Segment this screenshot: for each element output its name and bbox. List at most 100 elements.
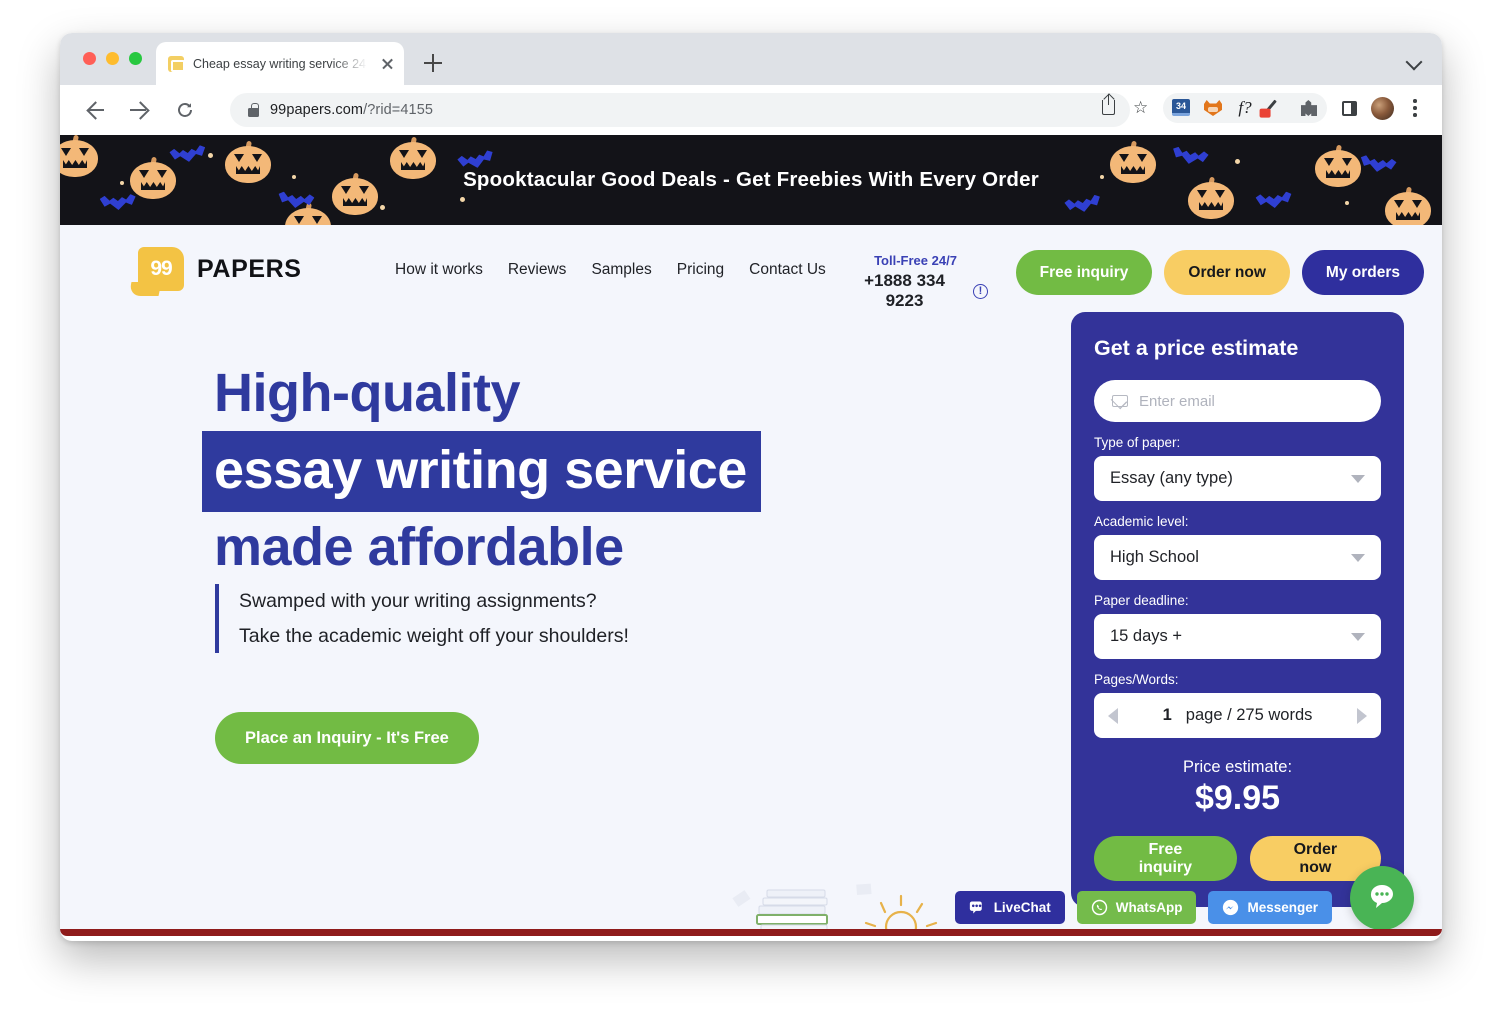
nav-item-contact-us[interactable]: Contact Us (749, 261, 826, 279)
type-of-paper-value: Essay (any type) (1110, 469, 1233, 487)
logo-wordmark: PAPERS (197, 254, 302, 283)
place-inquiry-button[interactable]: Place an Inquiry - It's Free (215, 712, 479, 764)
price-estimate-value: $9.95 (1194, 779, 1281, 817)
logo-99-text: 99 (150, 257, 172, 280)
plus-icon[interactable] (420, 50, 446, 76)
headline-line-3: made affordable (214, 517, 624, 578)
promo-banner-text: Spooktacular Good Deals - Get Freebies W… (463, 168, 1039, 191)
nav-item-how-it-works[interactable]: How it works (395, 261, 483, 279)
info-icon[interactable]: ! (973, 283, 988, 299)
pages-words-label: Pages/Words: (1094, 672, 1179, 687)
phone-number[interactable]: +1888 334 9223 ! (843, 271, 988, 311)
headline-line-1: High-quality (214, 363, 520, 423)
envelope-icon (1112, 395, 1128, 407)
hero-subtext: Swamped with your writing assignments? T… (215, 584, 629, 654)
browser-toolbar: 99papers.com/?rid=4155 ☆ 34 f? (60, 85, 1442, 135)
type-of-paper-select[interactable]: Essay (any type) (1094, 456, 1381, 501)
url-path: /?rid=4155 (363, 102, 434, 118)
minimize-window-button[interactable] (106, 52, 119, 65)
page-viewport: Spooktacular Good Deals - Get Freebies W… (60, 135, 1442, 936)
email-field[interactable]: Enter email (1094, 380, 1381, 422)
hero-subtext-line-1: Swamped with your writing assignments? (239, 590, 597, 612)
chat-bubble-glyph (1370, 885, 1393, 908)
side-panel-icon[interactable] (1334, 93, 1364, 123)
forward-arrow-icon[interactable] (124, 95, 154, 125)
window-traffic-lights (83, 52, 142, 65)
chrome-menu-icon[interactable] (1400, 93, 1430, 123)
header-my-orders-button[interactable]: My orders (1301, 250, 1424, 295)
share-icon[interactable] (1093, 93, 1123, 123)
decrement-pages-icon[interactable] (1108, 707, 1118, 724)
header-order-now-button[interactable]: Order now (1164, 250, 1290, 295)
logo-mark-icon: 99 (138, 247, 184, 291)
pages-count: 1 (1162, 706, 1172, 724)
increment-pages-icon[interactable] (1357, 707, 1367, 724)
metamask-fox-icon[interactable] (1198, 93, 1228, 123)
paper-deadline-label: Paper deadline: (1094, 593, 1189, 608)
extensions-group: 34 f? (1163, 93, 1327, 123)
paper-deadline-value: 15 days + (1110, 627, 1183, 645)
close-icon[interactable] (379, 55, 396, 72)
academic-level-select[interactable]: High School (1094, 535, 1381, 580)
type-of-paper-label: Type of paper: (1094, 435, 1181, 450)
headline-line-2: essay writing service (202, 430, 761, 513)
pages-value-group: 1 page / 275 words (1163, 706, 1313, 725)
price-card-button-group: Free inquiry Order now (1094, 836, 1381, 881)
hero-subtext-line-2: Take the academic weight off your should… (239, 624, 629, 647)
chevron-down-icon (1351, 632, 1365, 641)
maximize-window-button[interactable] (129, 52, 142, 65)
window-bottom-strip (60, 929, 1442, 936)
f-question-extension-icon[interactable]: f? (1230, 93, 1260, 123)
chat-widget-bar: LiveChat WhatsApp Messenger (954, 891, 1332, 924)
chevron-down-icon[interactable] (1400, 48, 1428, 74)
nav-item-samples[interactable]: Samples (591, 261, 651, 279)
tab-title: Cheap essay writing service 24 (193, 56, 366, 71)
messenger-button[interactable]: Messenger (1208, 891, 1332, 924)
eyedropper-pen-icon[interactable] (1262, 93, 1292, 123)
bookmark-star-icon[interactable]: ☆ (1126, 93, 1156, 123)
nav-item-reviews[interactable]: Reviews (508, 261, 567, 279)
browser-window: Cheap essay writing service 24 99papers.… (60, 33, 1442, 941)
site-header: 99 PAPERS How it works Reviews Samples P… (60, 225, 1442, 312)
hero-section: High-quality essay writing service made … (60, 312, 1442, 936)
header-free-inquiry-button[interactable]: Free inquiry (1015, 250, 1153, 295)
card-free-inquiry-button[interactable]: Free inquiry (1094, 836, 1237, 881)
extension-badge-count: 34 (1172, 99, 1190, 116)
browser-tab[interactable]: Cheap essay writing service 24 (156, 42, 404, 85)
halloween-promo-banner[interactable]: Spooktacular Good Deals - Get Freebies W… (60, 135, 1442, 225)
livechat-label: LiveChat (993, 900, 1051, 915)
address-bar[interactable]: 99papers.com/?rid=4155 (230, 93, 1130, 127)
messenger-icon (1223, 899, 1239, 916)
pages-stepper: 1 page / 275 words (1094, 693, 1381, 738)
chat-bubble-icon[interactable] (1350, 866, 1414, 930)
messenger-label: Messenger (1247, 900, 1318, 915)
main-navigation: How it works Reviews Samples Pricing Con… (395, 261, 826, 279)
lock-icon (248, 103, 259, 117)
back-arrow-icon[interactable] (80, 95, 110, 125)
profile-avatar-icon[interactable] (1367, 93, 1397, 123)
whatsapp-icon (1091, 899, 1107, 916)
price-estimate-label: Price estimate: (1182, 758, 1293, 776)
phone-block: Toll-Free 24/7 +1888 334 9223 ! (843, 253, 988, 311)
site-logo[interactable]: 99 PAPERS (138, 247, 302, 291)
f-question-glyph: f? (1238, 98, 1252, 117)
academic-level-value: High School (1110, 548, 1199, 566)
livechat-icon (969, 901, 982, 914)
browser-tab-strip: Cheap essay writing service 24 (60, 33, 1442, 85)
whatsapp-button[interactable]: WhatsApp (1076, 891, 1197, 924)
whatsapp-label: WhatsApp (1115, 900, 1183, 915)
hero-headline: High-quality essay writing service made … (202, 362, 761, 580)
puzzle-extensions-icon[interactable] (1294, 93, 1324, 123)
price-card-title: Get a price estimate (1094, 336, 1299, 360)
price-estimate-card: Get a price estimate Enter email Type of… (1071, 312, 1404, 907)
email-placeholder: Enter email (1139, 392, 1215, 410)
close-window-button[interactable] (83, 52, 96, 65)
url-domain: 99papers.com (270, 102, 364, 118)
livechat-button[interactable]: LiveChat (954, 891, 1065, 924)
paper-deadline-select[interactable]: 15 days + (1094, 614, 1381, 659)
nav-item-pricing[interactable]: Pricing (677, 261, 724, 279)
url-text: 99papers.com/?rid=4155 (270, 102, 433, 118)
academic-level-label: Academic level: (1094, 514, 1189, 529)
reload-icon[interactable] (170, 95, 200, 125)
extension-badge-34-icon[interactable]: 34 (1166, 93, 1196, 123)
